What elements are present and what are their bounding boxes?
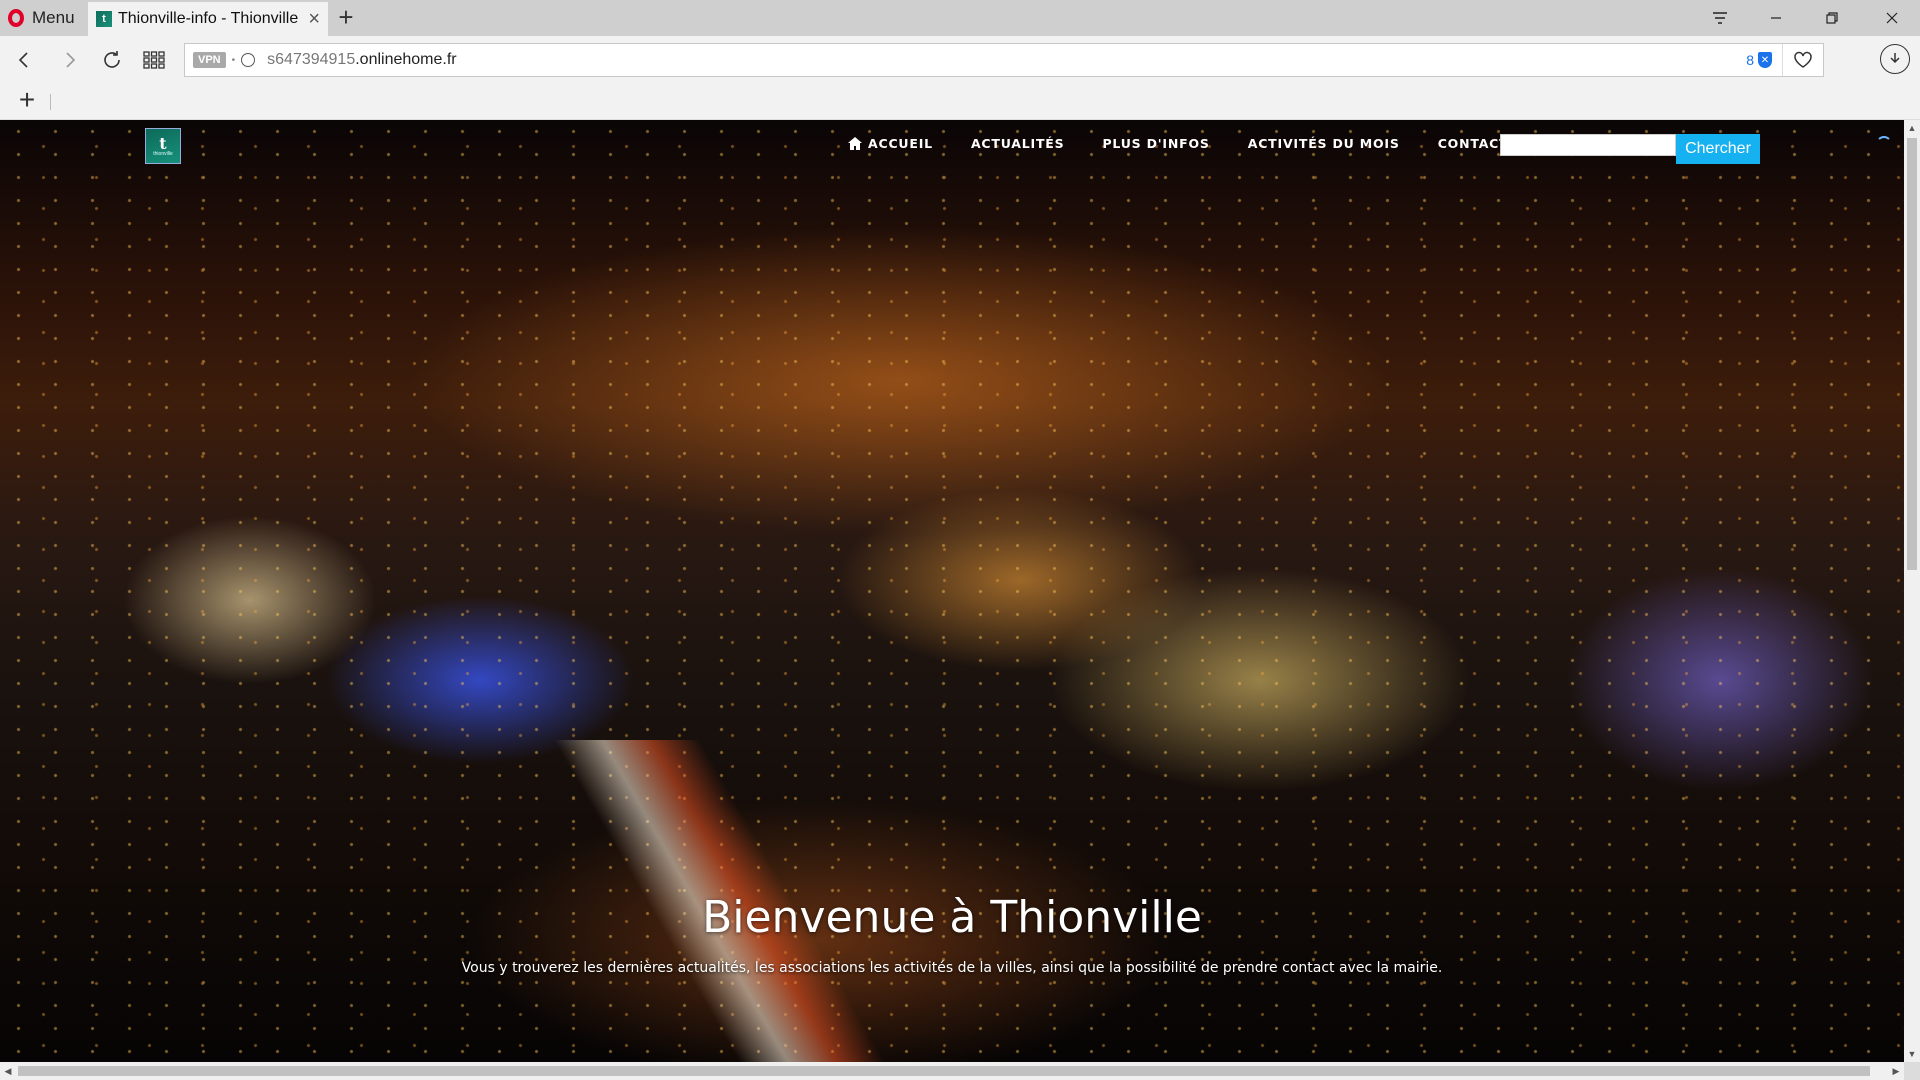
download-icon: [1890, 53, 1900, 64]
ad-blocker-indicator[interactable]: 8 ✕: [1746, 52, 1772, 68]
bookmark-heart-button[interactable]: [1782, 44, 1823, 76]
vertical-scrollbar[interactable]: ▲ ▼: [1904, 120, 1920, 1062]
chevron-left-icon: [18, 52, 28, 68]
vpn-badge[interactable]: VPN: [193, 52, 226, 68]
opera-logo-icon: [8, 9, 24, 27]
nav-label: PLUS D'INFOS: [1102, 135, 1210, 151]
site-logo[interactable]: t thionville: [145, 128, 181, 164]
site-favicon-icon: t: [96, 11, 112, 27]
url-text[interactable]: s647394915.onlinehome.fr: [267, 51, 1746, 69]
hero-subtitle: Vous y trouverez les dernières actualité…: [461, 960, 1443, 976]
shield-icon: ✕: [1758, 52, 1772, 68]
search-input[interactable]: [1500, 134, 1676, 156]
scroll-left-arrow-icon[interactable]: ◀: [0, 1063, 16, 1079]
add-bookmark-button[interactable]: +: [14, 86, 40, 114]
scroll-right-arrow-icon[interactable]: ▶: [1888, 1063, 1904, 1079]
nav-label: ACCUEIL: [868, 135, 933, 151]
nav-label: ACTIVITÉS DU MOIS: [1247, 135, 1400, 151]
search-button[interactable]: Chercher: [1676, 134, 1760, 164]
minimize-window-icon[interactable]: [1748, 0, 1804, 36]
back-button[interactable]: [8, 44, 40, 76]
tab-menu-icon[interactable]: [1692, 0, 1748, 36]
browser-address-bar: VPN • s647394915.onlinehome.fr 8 ✕: [0, 36, 1920, 84]
globe-icon[interactable]: [241, 53, 256, 67]
nav-label: ACTUALITÉS: [970, 135, 1065, 151]
download-button[interactable]: [1880, 44, 1910, 74]
bookmarks-separator: [50, 94, 51, 110]
hero-title: Bienvenue à Thionville: [702, 892, 1202, 943]
tab-active[interactable]: t Thionville-info - Thionville ×: [88, 2, 328, 36]
nav-item-actualites[interactable]: ACTUALITÉS: [971, 136, 1065, 151]
scroll-up-arrow-icon[interactable]: ▲: [1904, 120, 1920, 136]
bookmarks-bar: +: [0, 84, 1920, 120]
horizontal-scroll-thumb[interactable]: [18, 1066, 1870, 1076]
logo-mark: t: [159, 133, 167, 153]
restore-window-icon[interactable]: [1804, 0, 1860, 36]
menu-label: Menu: [32, 8, 75, 27]
blocked-count: 8: [1746, 52, 1754, 68]
url-host-prefix: s647394915: [267, 51, 356, 68]
close-window-icon[interactable]: [1864, 0, 1920, 36]
url-host-domain: .onlinehome.fr: [355, 51, 457, 68]
tab-title: Thionville-info - Thionville: [118, 10, 299, 27]
scroll-down-arrow-icon[interactable]: ▼: [1904, 1046, 1920, 1062]
home-icon: [848, 136, 862, 150]
chevron-right-icon: [66, 52, 76, 68]
heart-icon: [1794, 51, 1812, 68]
separator-dot: •: [231, 54, 236, 66]
reload-button[interactable]: [96, 44, 128, 76]
reload-icon: [104, 51, 120, 68]
url-field[interactable]: VPN • s647394915.onlinehome.fr 8 ✕: [184, 43, 1824, 77]
loading-spinner-icon: [1876, 136, 1892, 152]
site-main-nav: ACCUEIL ACTUALITÉS PLUS D'INFOS ACTIVITÉ…: [848, 130, 1556, 156]
logo-subtitle: thionville: [153, 150, 173, 157]
opera-menu-button[interactable]: Menu: [8, 6, 75, 30]
nav-item-plus-d-infos[interactable]: PLUS D'INFOS: [1102, 136, 1209, 151]
speed-dial-button[interactable]: [138, 44, 170, 76]
vertical-scroll-thumb[interactable]: [1907, 138, 1917, 570]
forward-button[interactable]: [54, 44, 86, 76]
horizontal-scrollbar[interactable]: ◀ ▶: [0, 1062, 1904, 1080]
grid-icon: [143, 51, 165, 69]
new-tab-button[interactable]: +: [332, 4, 360, 32]
scrollbar-corner: [1904, 1062, 1920, 1080]
page-viewport: t thionville ACCUEIL ACTUALITÉS PLUS D'I…: [0, 120, 1904, 1062]
browser-tab-bar: Menu t Thionville-info - Thionville × +: [0, 0, 1920, 36]
nav-item-accueil[interactable]: ACCUEIL: [848, 136, 933, 151]
tab-close-icon[interactable]: ×: [308, 9, 320, 29]
nav-item-activites-du-mois[interactable]: ACTIVITÉS DU MOIS: [1248, 136, 1400, 151]
